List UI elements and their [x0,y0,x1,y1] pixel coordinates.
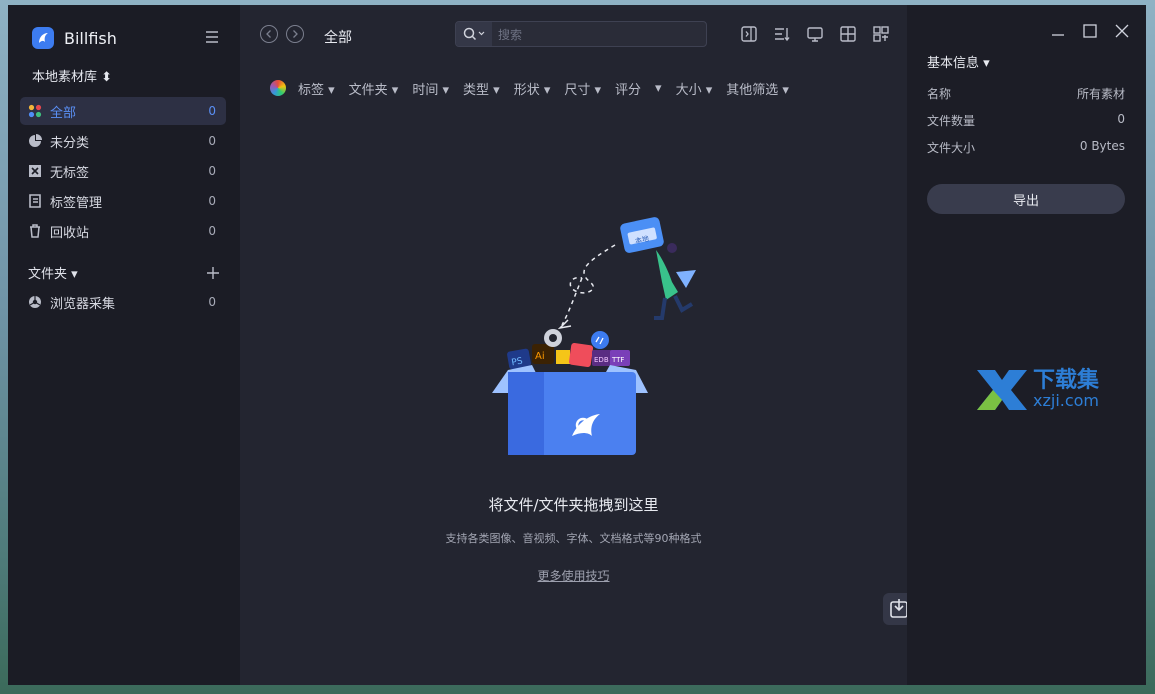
browser-icon [29,296,41,308]
info-row-count: 文件数量 0 [927,112,1125,129]
sidebar-item-uncategorized[interactable]: 未分类 0 [20,127,226,155]
sidebar-item-count: 0 [208,295,216,309]
app-brand: Billfish [32,27,117,49]
library-selector[interactable]: 本地素材库 ⬍ [32,66,112,85]
preview-icon[interactable] [806,25,824,43]
forward-button[interactable] [286,25,304,43]
search-box [455,21,707,47]
watermark-logo-icon [977,370,1027,410]
info-row-size: 文件大小 0 Bytes [927,139,1125,156]
filter-other[interactable]: 其他筛选 ▾ [726,79,789,98]
info-key: 文件大小 [927,141,976,155]
filter-tag[interactable]: 标签 ▾ [298,79,335,98]
billfish-logo-icon [32,27,54,49]
info-value: 0 [1117,112,1125,126]
trash-icon [30,224,40,238]
svg-text:EDB: EDB [594,356,609,364]
breadcrumb: 全部 [324,30,352,46]
filter-size[interactable]: 尺寸 ▾ [564,79,601,98]
back-button[interactable] [260,25,278,43]
folders-label[interactable]: 文件夹 ▾ [28,263,78,282]
minimize-icon[interactable] [1050,23,1066,39]
sidebar-item-trash[interactable]: 回收站 0 [20,217,226,245]
watermark: 下载集 xzji.com [975,368,1099,412]
tag-manage-icon [29,194,41,208]
file-type-badges-icon: PS Ai EDB TTF [507,329,630,370]
sidebar-item-count: 0 [208,134,216,148]
sidebar-item-label: 全部 [50,105,77,121]
svg-text:TTF: TTF [611,356,624,364]
folders-section: 文件夹 ▾ [28,263,220,282]
sidebar-item-label: 浏览器采集 [50,296,116,312]
sidebar-item-browser-collect[interactable]: 浏览器采集 0 [20,288,226,316]
box-icon [492,365,648,455]
svg-text:PS: PS [511,356,524,368]
empty-illustration: 本地 PS Ai EDB TTF [492,217,696,455]
toggle-panel-icon[interactable] [740,25,758,43]
more-tips-link[interactable]: 更多使用技巧 [240,567,907,584]
sidebar-item-untagged[interactable]: 无标签 0 [20,157,226,185]
pie-icon [29,134,42,147]
info-value: 0 Bytes [1079,139,1125,153]
sidebar-item-count: 0 [208,194,216,208]
filter-bar: 标签 ▾ 文件夹 ▾ 时间 ▾ 类型 ▾ 形状 ▾ 尺寸 ▾ 评分 ▾ 大小 ▾… [270,79,803,98]
svg-text:Ai: Ai [535,351,545,362]
thumbnail-size-icon[interactable] [872,25,890,43]
search-icon [463,27,485,41]
sidebar-item-label: 回收站 [50,225,90,241]
sidebar-item-label: 标签管理 [50,195,103,211]
search-mode-button[interactable] [456,22,492,46]
sidebar-item-all[interactable]: 全部 0 [20,97,226,125]
watermark-line1: 下载集 [1033,368,1100,393]
empty-title: 将文件/文件夹拖拽到这里 [488,496,659,514]
empty-subtitle: 支持各类图像、音视频、字体、文档格式等90种格式 [445,532,702,545]
menu-icon[interactable] [204,29,220,45]
search-input[interactable] [496,24,700,46]
filter-type[interactable]: 类型 ▾ [463,79,500,98]
main-panel: 全部 标签 ▾ 文件夹 ▾ 时间 ▾ 类型 ▾ 形状 ▾ 尺寸 ▾ 评分 ▾ 大… [240,5,915,685]
info-value: 所有素材 [1076,87,1125,101]
grid-layout-icon[interactable] [839,25,857,43]
filter-folder[interactable]: 文件夹 ▾ [349,79,399,98]
sidebar-item-count: 0 [208,164,216,178]
sidebar: Billfish 本地素材库 ⬍ 全部 0 未分类 0 无标签 0 标签管理 0 [8,5,240,685]
untag-icon [29,165,41,177]
app-window: Billfish 本地素材库 ⬍ 全部 0 未分类 0 无标签 0 标签管理 0 [8,5,1146,685]
sort-icon[interactable] [773,25,791,43]
chevron-left-icon [266,30,271,38]
info-key: 文件数量 [927,114,976,128]
filter-shape[interactable]: 形状 ▾ [514,79,551,98]
color-wheel-icon[interactable] [270,80,286,96]
info-panel: 基本信息 ▾ 名称 所有素材 文件数量 0 文件大小 0 Bytes 导出 [907,5,1146,685]
info-header[interactable]: 基本信息 ▾ [927,52,990,71]
filter-rating[interactable]: 评分 [615,79,641,98]
sidebar-item-tag-manage[interactable]: 标签管理 0 [20,187,226,215]
sidebar-item-count: 0 [208,224,216,238]
info-row-name: 名称 所有素材 [927,85,1125,102]
sidebar-item-label: 无标签 [50,165,90,181]
filter-time[interactable]: 时间 ▾ [412,79,449,98]
sidebar-item-label: 未分类 [50,135,90,151]
app-name: Billfish [64,28,117,48]
sidebar-item-count: 0 [208,104,216,118]
maximize-icon[interactable] [1082,23,1098,39]
add-folder-icon[interactable] [206,266,220,280]
filter-rating-arrow[interactable]: ▾ [655,81,662,96]
dots-icon [28,104,42,118]
chevron-right-icon [293,30,298,38]
filter-filesize[interactable]: 大小 ▾ [676,79,713,98]
close-icon[interactable] [1114,23,1130,39]
export-button[interactable]: 导出 [927,184,1125,214]
info-key: 名称 [927,87,952,101]
watermark-line2: xzji.com [1033,391,1100,410]
